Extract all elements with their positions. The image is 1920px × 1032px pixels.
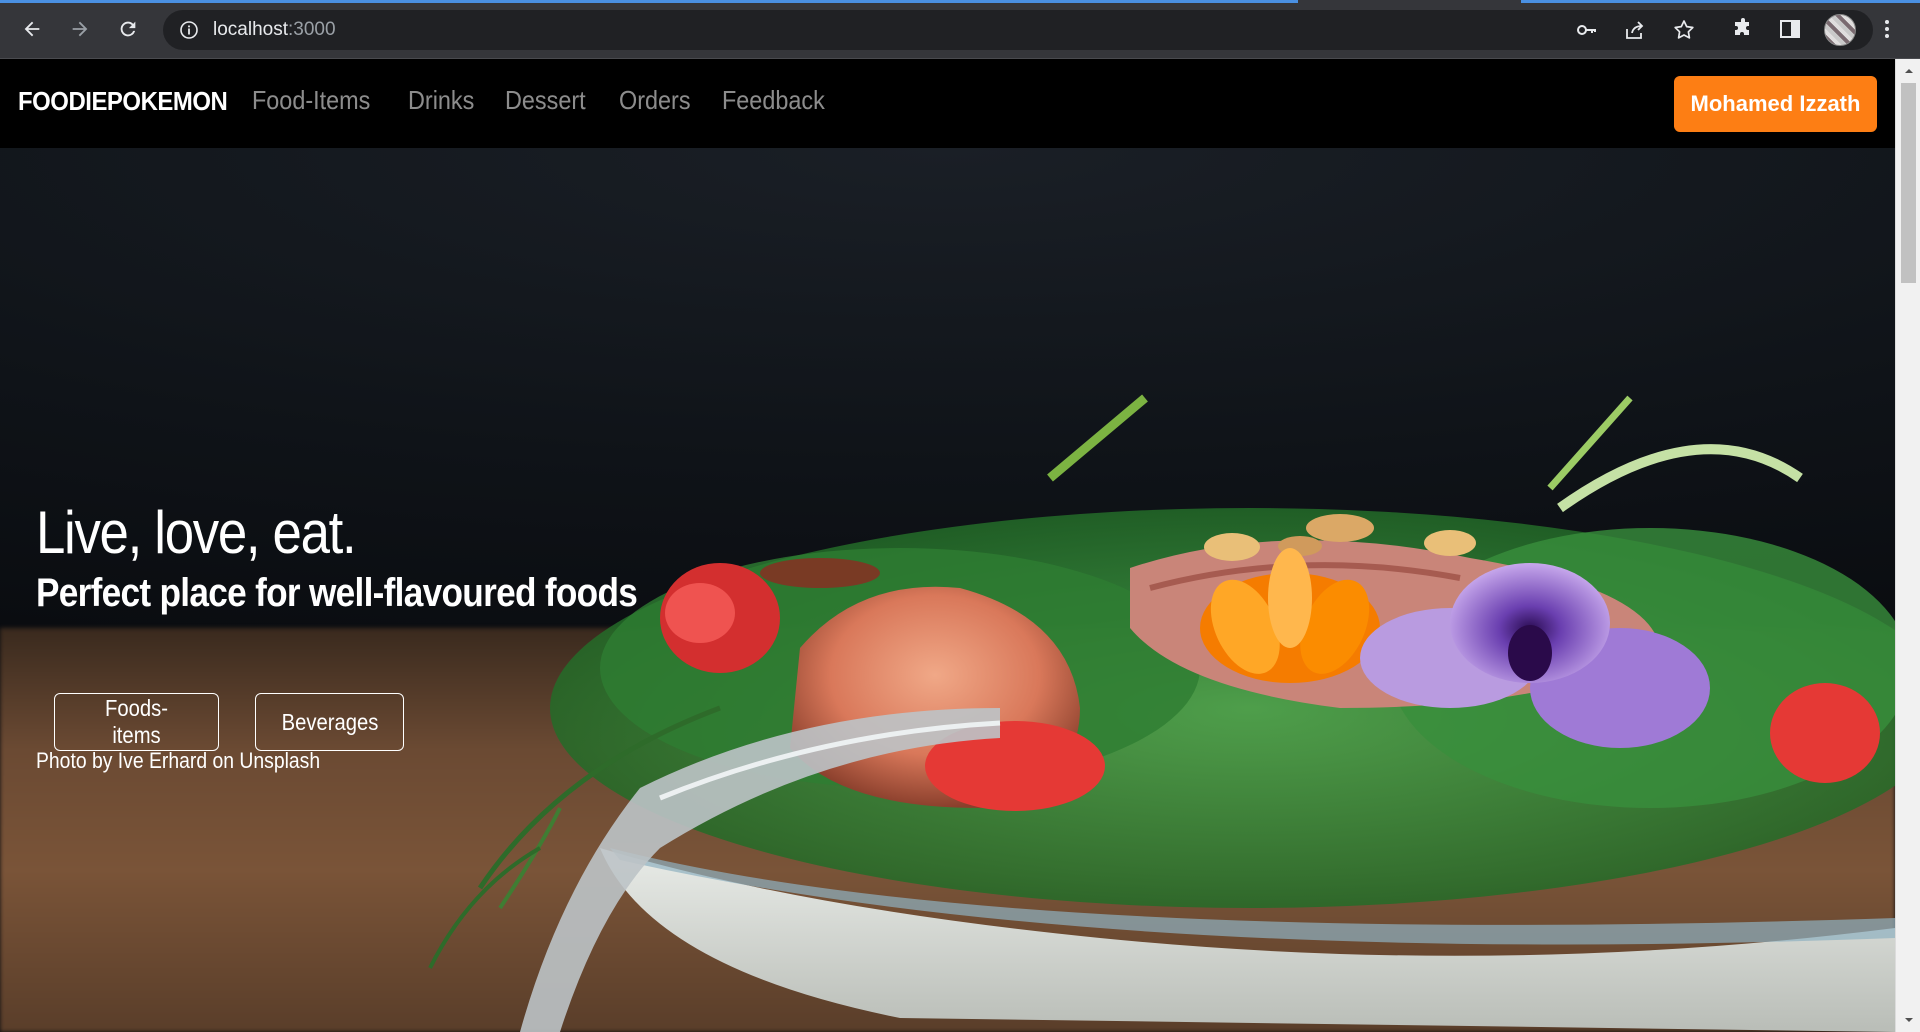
url-host: localhost [213,19,288,40]
nav-links: Food-Items Drinks Dessert Orders Feedbac… [252,85,836,116]
hero-text-block: Live, love, eat. Perfect place for well-… [36,498,719,616]
scroll-up-arrow-icon[interactable] [1896,61,1920,81]
scroll-down-arrow-icon[interactable] [1896,1010,1920,1030]
arrow-right-icon [72,21,88,37]
foods-items-button-label: Foods-items [104,695,169,748]
hero-title: Live, love, eat. [36,499,357,566]
browser-toolbar: localhost:3000 [0,0,1920,59]
kebab-menu-icon[interactable] [1873,15,1901,43]
beverages-button[interactable]: Beverages [255,693,404,751]
puzzle-icon[interactable] [1729,15,1757,43]
nav-link-orders[interactable]: Orders [619,85,691,116]
reload-icon [120,21,136,37]
share-icon[interactable] [1623,18,1647,42]
photo-credit: Photo by Ive Erhard on Unsplash [36,748,321,773]
nav-link-feedback[interactable]: Feedback [722,85,825,116]
hero-section: Live, love, eat. Perfect place for well-… [0,148,1895,1032]
hero-buttons: Foods-items Beverages [54,693,404,751]
forward-button[interactable] [63,12,97,46]
key-icon[interactable] [1575,18,1599,42]
arrow-left-icon [24,21,40,37]
nav-link-food-items[interactable]: Food-Items [252,85,370,116]
nav-link-drinks[interactable]: Drinks [408,85,474,116]
address-bar[interactable]: localhost:3000 [163,10,1873,50]
url-text[interactable]: localhost:3000 [213,19,336,41]
site-brand-logo[interactable]: FOODIEPOKEMON [18,86,228,117]
scrollbar-thumb[interactable] [1901,83,1916,283]
site-navbar: FOODIEPOKEMON Food-Items Drinks Dessert … [0,59,1895,148]
beverages-button-label: Beverages [281,708,378,735]
page-viewport: FOODIEPOKEMON Food-Items Drinks Dessert … [0,59,1895,1032]
nav-link-dessert[interactable]: Dessert [505,85,586,116]
profile-avatar[interactable] [1824,14,1856,46]
info-icon[interactable] [179,20,199,40]
back-button[interactable] [15,12,49,46]
page-scrollbar[interactable] [1895,59,1920,1032]
foods-items-button[interactable]: Foods-items [54,693,219,751]
star-icon[interactable] [1672,18,1696,42]
url-port: :3000 [288,19,336,40]
user-account-button[interactable]: Mohamed Izzath [1674,76,1877,132]
loading-progress-bar [0,0,1298,3]
side-panel-icon[interactable] [1776,15,1804,43]
hero-subtitle: Perfect place for well-flavoured foods [36,571,638,615]
reload-button[interactable] [111,12,145,46]
loading-progress-bar-secondary [1521,0,1920,3]
